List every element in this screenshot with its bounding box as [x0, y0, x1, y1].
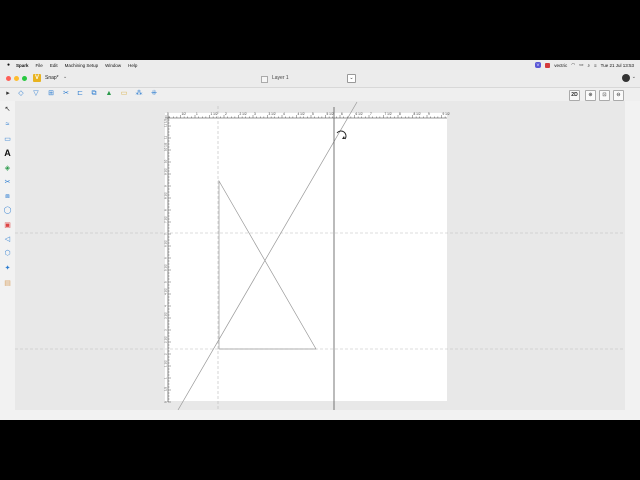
top-ruler-label: 3 1/2: [269, 112, 276, 116]
menu-window[interactable]: Window: [105, 63, 121, 68]
top-ruler-label: 4 1/2: [298, 112, 305, 116]
top-ruler-label: 9 1/2: [443, 112, 450, 116]
red-app-icon[interactable]: [545, 62, 551, 68]
minimize-window-button[interactable]: [14, 76, 19, 81]
clipboard-icon[interactable]: ▤: [3, 279, 12, 288]
window-title-bar: V Snap* ⌄ Layer 1 ⌄ ⌄: [0, 70, 640, 88]
nest-icon[interactable]: ⁜: [150, 90, 158, 98]
menu-file[interactable]: File: [36, 63, 43, 68]
top-ruler-label: 1/2: [182, 112, 187, 116]
left-ruler-label: 7 1/2: [164, 216, 168, 223]
top-ruler-label: 9: [428, 112, 430, 116]
zoom-out-button[interactable]: ⊖: [613, 90, 624, 101]
star-tool-icon[interactable]: ✦: [3, 264, 12, 273]
top-ruler-label: 1: [196, 112, 198, 116]
drawing-toolbar: ▸ ◇ ▽ ⊞ ✂ ⊏ ⧉ ▲ ▭ ⁂ ⁜ 2D ⊕ ⊡ ⊖: [0, 88, 640, 101]
top-ruler-label: 8: [399, 112, 401, 116]
image-icon[interactable]: ▲: [105, 90, 113, 98]
canvas-svg: 0 1/2 1 1 1/2 2 2 1/2 3 3 1/2 4 4 1/2 5 5 1/2 6 6 1/2…: [15, 101, 625, 410]
left-ruler-label: 1/2: [164, 386, 168, 391]
import-image-icon[interactable]: ◈: [3, 164, 12, 173]
group-icon[interactable]: ⧉: [90, 90, 98, 98]
user-account-icon[interactable]: [622, 74, 630, 82]
layer-dropdown-button[interactable]: ⌄: [347, 74, 356, 83]
node-edit-icon[interactable]: ▽: [32, 90, 40, 98]
menu-spark[interactable]: Spark: [16, 63, 29, 68]
align-icon[interactable]: ⊏: [76, 90, 84, 98]
zoom-extents-button[interactable]: ⊡: [599, 90, 610, 101]
wifi-icon[interactable]: ◠: [571, 62, 575, 68]
top-ruler-label: 7: [370, 112, 372, 116]
trim-icon[interactable]: ✂: [62, 90, 70, 98]
array-icon[interactable]: ⁂: [135, 90, 143, 98]
left-ruler-label: 5 1/2: [164, 264, 168, 271]
top-ruler-label: 8 1/2: [414, 112, 421, 116]
rectangle-tool-icon[interactable]: ▭: [3, 135, 12, 144]
polygon-tool-icon[interactable]: ⬡: [3, 249, 12, 258]
top-ruler-label: 7 1/2: [385, 112, 392, 116]
file-name[interactable]: Snap*: [45, 75, 59, 81]
top-ruler-label: 2 1/2: [240, 112, 247, 116]
drawing-canvas[interactable]: 0 1/2 1 1 1/2 2 2 1/2 3 3 1/2 4 4 1/2 5 5 1/2 6 6 1/2…: [15, 101, 625, 410]
top-ruler-label: 6 1/2: [356, 112, 363, 116]
left-ruler-label: 3 1/2: [164, 312, 168, 319]
top-ruler-label: 2: [225, 112, 227, 116]
left-ruler-label: 10 1/2: [164, 142, 168, 151]
arc-tool-icon[interactable]: ◁: [3, 235, 12, 244]
left-ruler-label: 10: [164, 159, 168, 163]
left-ruler-label: 0: [164, 401, 168, 403]
folder-icon[interactable]: ▭: [120, 90, 128, 98]
polyline-tool-icon[interactable]: ≈: [3, 120, 12, 129]
menu-help[interactable]: Help: [128, 63, 137, 68]
select-tool-icon[interactable]: ↖: [3, 105, 12, 114]
close-window-button[interactable]: [6, 76, 11, 81]
file-menu-chevron-icon[interactable]: ⌄: [63, 74, 67, 80]
scissors-icon[interactable]: ✂: [3, 178, 12, 187]
left-tool-palette: ↖ ≈ ▭ A ◈ ✂ ⧈ ◯ ▣ ◁ ⬡ ✦ ▤: [0, 101, 15, 311]
control-center-icon[interactable]: ≡: [594, 63, 597, 68]
layer-icon: [261, 76, 268, 83]
search-icon[interactable]: ⌕: [587, 63, 590, 68]
top-ruler-label: 3: [254, 112, 256, 116]
menu-edit[interactable]: Edit: [50, 63, 58, 68]
battery-icon[interactable]: ▭: [579, 62, 583, 68]
zoom-window-button[interactable]: [22, 76, 27, 81]
select-vector-icon[interactable]: ◇: [17, 90, 25, 98]
top-ruler-label: 1 1/2: [211, 112, 218, 116]
left-ruler-label: 4 1/2: [164, 288, 168, 295]
text-tool[interactable]: A: [3, 149, 12, 158]
transform-icon[interactable]: ⊞: [47, 90, 55, 98]
menu-machining-setup[interactable]: Machining Setup: [65, 63, 99, 68]
system-menu-bar: ● Spark File Edit Machining Setup Window…: [0, 60, 640, 70]
left-ruler-label: 6 1/2: [164, 240, 168, 247]
left-ruler-label: 8 1/2: [164, 192, 168, 199]
square-tool-icon[interactable]: ▣: [3, 221, 12, 230]
offset-icon[interactable]: ⧈: [3, 192, 12, 201]
circle-tool-icon[interactable]: ◯: [3, 206, 12, 215]
user-chevron-icon[interactable]: ⌄: [632, 74, 636, 80]
vectric-label[interactable]: vectric: [554, 63, 567, 68]
vectric-badge-icon[interactable]: V: [534, 62, 542, 68]
layer-name[interactable]: Layer 1: [272, 75, 289, 81]
apple-icon[interactable]: ●: [7, 62, 10, 68]
menu-clock[interactable]: Tue 21 Jul 13:53: [601, 63, 634, 68]
top-ruler-label: 5 1/2: [327, 112, 334, 116]
view-2d-button[interactable]: 2D: [569, 90, 580, 101]
status-menu-area: V vectric ◠ ▭ ⌕ ≡ Tue 21 Jul 13:53: [534, 60, 634, 70]
desktop-screen: ● Spark File Edit Machining Setup Window…: [0, 60, 640, 420]
panel-toggle-icon[interactable]: ▸: [4, 90, 12, 98]
top-ruler-label: 4: [283, 112, 285, 116]
left-ruler-label: 1 1/2: [164, 360, 168, 367]
vectric-app-icon: V: [33, 74, 41, 82]
left-ruler-label: 11: [164, 136, 168, 139]
left-ruler-label: 2 1/2: [164, 336, 168, 343]
zoom-in-button[interactable]: ⊕: [585, 90, 596, 101]
top-ruler-label: 5: [312, 112, 314, 116]
top-ruler-label: 6: [341, 112, 343, 116]
left-ruler-label: 9 1/2: [164, 168, 168, 175]
material-sheet: [165, 113, 447, 401]
left-ruler-label: 11 1/2: [164, 119, 168, 127]
